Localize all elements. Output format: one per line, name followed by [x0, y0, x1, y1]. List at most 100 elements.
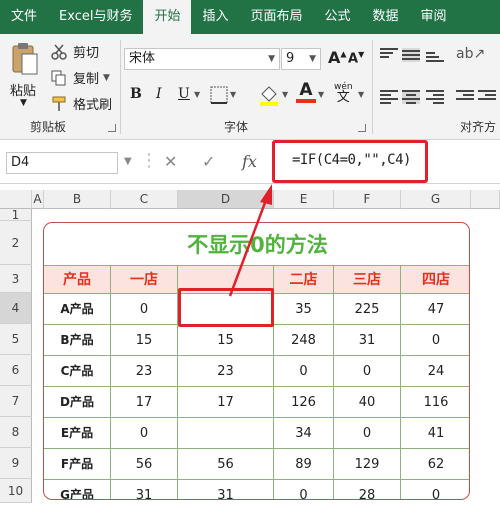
- decrease-indent-icon[interactable]: [456, 90, 474, 104]
- tab-data[interactable]: 数据: [362, 0, 410, 34]
- phonetic-dropdown-icon[interactable]: ▼: [358, 90, 364, 99]
- table-cell[interactable]: 47: [401, 293, 469, 324]
- table-cell[interactable]: B产品: [44, 324, 111, 355]
- bold-button[interactable]: B: [130, 86, 142, 102]
- table-title[interactable]: 不显示0的方法: [44, 223, 469, 265]
- row-header-3[interactable]: 3: [0, 265, 32, 293]
- font-color-dropdown-icon[interactable]: ▼: [318, 90, 324, 99]
- table-cell[interactable]: 0: [274, 355, 334, 386]
- table-cell[interactable]: [178, 417, 274, 448]
- table-cell[interactable]: E产品: [44, 417, 111, 448]
- align-top-icon[interactable]: [380, 48, 398, 62]
- row-header-4[interactable]: 4: [0, 293, 32, 324]
- orientation-icon[interactable]: ab↗: [456, 46, 485, 62]
- table-cell[interactable]: 0: [111, 293, 178, 324]
- name-box-dropdown-icon[interactable]: ▼: [124, 156, 132, 167]
- table-cell[interactable]: 129: [334, 448, 401, 479]
- table-cell[interactable]: 23: [111, 355, 178, 386]
- column-header-g[interactable]: G: [401, 190, 471, 209]
- align-middle-icon[interactable]: [402, 48, 420, 62]
- format-painter-button[interactable]: 格式刷: [50, 94, 112, 113]
- tab-page-layout[interactable]: 页面布局: [239, 0, 313, 34]
- row-header-6[interactable]: 6: [0, 355, 32, 386]
- borders-dropdown-icon[interactable]: ▼: [230, 90, 236, 99]
- cancel-icon[interactable]: ✕: [164, 152, 177, 171]
- grow-font-button[interactable]: A▲: [328, 48, 347, 67]
- table-cell[interactable]: 248: [274, 324, 334, 355]
- align-right-icon[interactable]: [426, 90, 444, 104]
- font-color-button[interactable]: A: [296, 82, 316, 103]
- table-cell[interactable]: 0: [401, 324, 469, 355]
- insert-function-icon[interactable]: fx: [242, 152, 257, 171]
- row-header-9[interactable]: 9: [0, 448, 32, 479]
- table-cell[interactable]: 89: [274, 448, 334, 479]
- paste-button[interactable]: 粘贴: [10, 80, 36, 99]
- table-cell[interactable]: 0: [274, 479, 334, 499]
- table-cell[interactable]: 56: [111, 448, 178, 479]
- paste-dropdown-icon[interactable]: ▼: [20, 98, 27, 108]
- align-bottom-icon[interactable]: [426, 48, 444, 62]
- row-header-8[interactable]: 8: [0, 417, 32, 448]
- table-cell[interactable]: 225: [334, 293, 401, 324]
- cut-button[interactable]: 剪切: [50, 42, 99, 61]
- underline-button[interactable]: U: [178, 86, 190, 102]
- tab-insert[interactable]: 插入: [191, 0, 239, 34]
- table-cell[interactable]: 28: [334, 479, 401, 499]
- align-center-icon[interactable]: [402, 90, 420, 104]
- table-cell[interactable]: 31: [178, 479, 274, 499]
- enter-icon[interactable]: ✓: [202, 152, 215, 171]
- tab-review[interactable]: 审阅: [410, 0, 458, 34]
- column-header-e[interactable]: E: [274, 190, 334, 209]
- header-store-2[interactable]: 二店: [274, 265, 334, 293]
- table-cell[interactable]: C产品: [44, 355, 111, 386]
- table-cell[interactable]: 0: [111, 417, 178, 448]
- column-header-d[interactable]: D: [178, 190, 274, 209]
- table-cell[interactable]: F产品: [44, 448, 111, 479]
- font-name-select[interactable]: 宋体 ▼: [124, 48, 280, 70]
- header-store-4[interactable]: 四店: [401, 265, 469, 293]
- name-box[interactable]: D4: [6, 152, 118, 174]
- table-cell[interactable]: 17: [178, 386, 274, 417]
- table-cell[interactable]: 24: [401, 355, 469, 386]
- column-header-h[interactable]: [471, 190, 500, 209]
- borders-icon[interactable]: [210, 86, 228, 104]
- header-store-1[interactable]: 一店: [111, 265, 178, 293]
- table-cell[interactable]: 23: [178, 355, 274, 386]
- row-header-7[interactable]: 7: [0, 386, 32, 417]
- table-cell[interactable]: D产品: [44, 386, 111, 417]
- clipboard-dialog-launcher-icon[interactable]: [108, 124, 116, 132]
- table-cell[interactable]: 41: [401, 417, 469, 448]
- table-cell[interactable]: 15: [111, 324, 178, 355]
- table-cell[interactable]: 62: [401, 448, 469, 479]
- table-cell[interactable]: 40: [334, 386, 401, 417]
- tab-formulas[interactable]: 公式: [314, 0, 362, 34]
- phonetic-guide-button[interactable]: wén 文: [334, 82, 353, 104]
- fill-color-icon[interactable]: [258, 84, 280, 106]
- table-cell[interactable]: 17: [111, 386, 178, 417]
- fill-color-dropdown-icon[interactable]: ▼: [282, 90, 288, 99]
- table-cell[interactable]: 34: [274, 417, 334, 448]
- table-cell[interactable]: 126: [274, 386, 334, 417]
- tab-excel-finance[interactable]: Excel与财务: [48, 0, 143, 34]
- table-cell[interactable]: 15: [178, 324, 274, 355]
- font-size-select[interactable]: 9 ▼: [281, 48, 321, 70]
- align-left-icon[interactable]: [380, 90, 398, 104]
- tab-file[interactable]: 文件: [0, 0, 48, 34]
- paste-icon[interactable]: [12, 42, 38, 78]
- increase-indent-icon[interactable]: [478, 90, 496, 104]
- select-all-corner[interactable]: [0, 190, 32, 209]
- row-header-1[interactable]: 1: [0, 208, 32, 222]
- shrink-font-button[interactable]: A▼: [348, 50, 364, 66]
- table-cell[interactable]: 56: [178, 448, 274, 479]
- header-product[interactable]: 产品: [44, 265, 111, 293]
- table-cell[interactable]: 31: [111, 479, 178, 499]
- table-cell[interactable]: 0: [334, 417, 401, 448]
- table-cell[interactable]: 116: [401, 386, 469, 417]
- italic-button[interactable]: I: [156, 86, 162, 102]
- column-header-f[interactable]: F: [334, 190, 401, 209]
- table-cell[interactable]: 31: [334, 324, 401, 355]
- copy-button[interactable]: 复制 ▼: [50, 68, 110, 87]
- table-cell[interactable]: A产品: [44, 293, 111, 324]
- tab-home[interactable]: 开始: [143, 0, 192, 34]
- column-header-a[interactable]: A: [32, 190, 44, 209]
